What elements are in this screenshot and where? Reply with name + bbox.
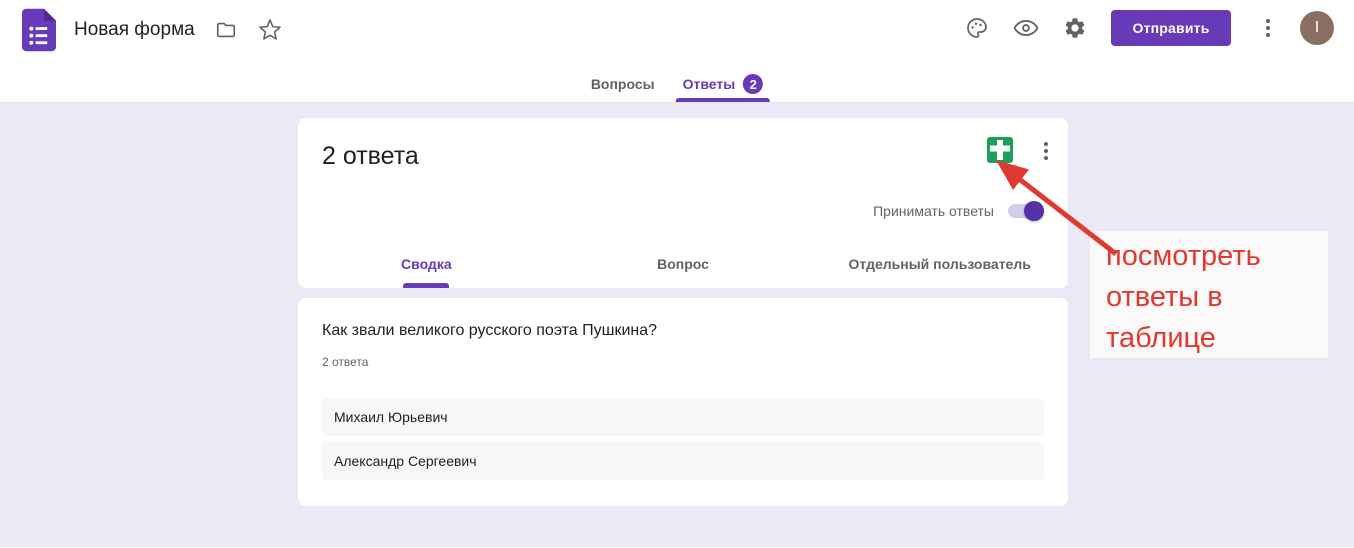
answers-count-badge: 2	[743, 74, 763, 94]
send-button[interactable]: Отправить	[1111, 10, 1231, 46]
responses-main-area: 2 ответа Принимать ответы	[0, 102, 1354, 547]
tab-summary-label: Сводка	[401, 256, 452, 272]
header-right-group: Отправить I	[964, 10, 1334, 46]
annotation-text: посмотреть ответы в таблице	[1090, 231, 1328, 359]
tab-question-view[interactable]: Вопрос	[555, 240, 812, 288]
question-responses-count: 2 ответа	[322, 355, 1044, 369]
question-text: Как звали великого русского поэта Пушкин…	[322, 322, 1044, 340]
palette-theme-icon[interactable]	[964, 15, 990, 41]
google-forms-logo-icon[interactable]	[22, 8, 56, 52]
answer-row: Михаил Юрьевич	[322, 398, 1044, 436]
preview-eye-icon[interactable]	[1013, 15, 1039, 41]
tab-questions-label: Вопросы	[591, 76, 655, 92]
tab-question-view-label: Вопрос	[657, 256, 709, 272]
answers-list: Михаил Юрьевич Александр Сергеевич	[322, 398, 1044, 480]
tab-individual-label: Отдельный пользователь	[849, 256, 1031, 272]
header-more-options-icon[interactable]	[1262, 15, 1274, 41]
toggle-switch-on[interactable]	[1008, 201, 1044, 221]
annotation-note-box: посмотреть ответы в таблице	[1090, 231, 1328, 358]
star-icon[interactable]	[257, 17, 283, 43]
responses-more-options-icon[interactable]	[1040, 138, 1052, 164]
toggle-thumb	[1024, 201, 1044, 221]
form-nav-tabs: Вопросы Ответы 2	[591, 66, 763, 102]
accepting-responses-toggle[interactable]: Принимать ответы	[873, 201, 1044, 221]
accepting-responses-label: Принимать ответы	[873, 203, 994, 219]
tab-questions[interactable]: Вопросы	[591, 66, 655, 102]
tab-answers[interactable]: Ответы 2	[683, 66, 764, 102]
annotation-line-2: ответы в	[1106, 277, 1328, 318]
tab-individual[interactable]: Отдельный пользователь	[811, 240, 1068, 288]
responses-count-title: 2 ответа	[322, 142, 419, 171]
answer-row: Александр Сергеевич	[322, 442, 1044, 480]
create-spreadsheet-icon[interactable]	[987, 137, 1013, 163]
annotation-line-1: посмотреть	[1106, 236, 1328, 277]
account-avatar[interactable]: I	[1300, 11, 1334, 45]
header-left-group: Новая форма	[22, 8, 283, 52]
question-summary-card: Как звали великого русского поэта Пушкин…	[297, 297, 1069, 507]
tab-answers-label: Ответы	[683, 76, 736, 92]
tab-summary[interactable]: Сводка	[298, 240, 555, 288]
form-title[interactable]: Новая форма	[74, 19, 195, 41]
settings-gear-icon[interactable]	[1062, 15, 1088, 41]
responses-card: 2 ответа Принимать ответы	[297, 117, 1069, 289]
app-header: Новая форма	[0, 0, 1354, 102]
responses-view-tabs: Сводка Вопрос Отдельный пользователь	[298, 240, 1068, 288]
annotation-line-3: таблице	[1106, 318, 1328, 359]
move-to-folder-icon[interactable]	[213, 17, 239, 43]
google-forms-responses-screen: Новая форма	[0, 0, 1354, 547]
responses-card-actions	[987, 137, 1052, 164]
